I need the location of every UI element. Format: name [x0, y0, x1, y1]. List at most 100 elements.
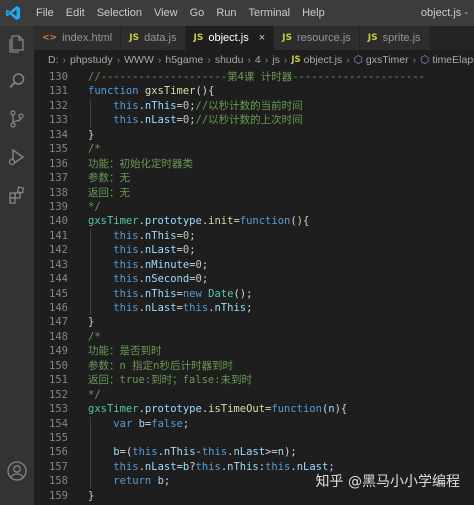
code-token: ; — [182, 417, 190, 430]
line-number: 138 — [49, 186, 68, 199]
code-token: =( — [119, 446, 133, 459]
code-text: 返回：true:到时；false:未到时 — [68, 373, 252, 387]
tab-sprite-js[interactable]: JS sprite.js — [359, 26, 430, 50]
run-debug-icon[interactable] — [0, 140, 34, 174]
window-title: object.js - — [420, 7, 468, 19]
close-icon[interactable]: × — [259, 32, 265, 44]
code-token: this — [132, 446, 158, 459]
tab-object-js[interactable]: JS object.js × — [185, 26, 275, 50]
files-icon[interactable] — [0, 26, 34, 60]
line-number: 150 — [49, 359, 68, 372]
extensions-icon[interactable] — [0, 178, 34, 212]
code-token: this — [113, 244, 139, 257]
line-number: 141 — [49, 229, 68, 242]
code-token: init — [208, 215, 234, 228]
editor-tabs: <> index.html JS data.js JS object.js × JS resou… — [34, 26, 474, 50]
code-token: function — [88, 85, 145, 98]
breadcrumb-function[interactable]: timeElaps — [432, 54, 474, 66]
code-text: b=(this.nThis-this.nLast>=n); — [68, 445, 297, 460]
line-number: 134 — [49, 128, 68, 141]
code-text: //--------------------第4课 计时器-----------… — [68, 70, 425, 84]
menu-view[interactable]: View — [148, 0, 184, 26]
code-line: 149 功能：是否到时 — [34, 344, 474, 358]
breadcrumb-function[interactable]: gxsTimer — [366, 54, 409, 66]
search-icon[interactable] — [0, 64, 34, 98]
line-number: 145 — [49, 287, 68, 300]
line-number: 155 — [49, 431, 68, 444]
line-number: 135 — [49, 143, 68, 156]
line-number: 159 — [49, 489, 68, 502]
menu-run[interactable]: Run — [210, 0, 242, 26]
code-text: this.nThis=0; — [68, 228, 196, 244]
tab-resource-js[interactable]: JS resource.js — [274, 26, 360, 50]
breadcrumb-item[interactable]: js — [272, 54, 280, 66]
code-token: function — [239, 215, 291, 228]
code-text: /* — [68, 142, 101, 156]
breadcrumb-item[interactable]: 4 — [255, 54, 261, 66]
code-line: 136 功能：初始化定时器类 — [34, 157, 474, 171]
code-token: ; — [246, 302, 253, 314]
code-text: 返回：无 — [68, 186, 130, 200]
menu-terminal[interactable]: Terminal — [243, 0, 297, 26]
code-line: 142 this.nLast=0; — [34, 243, 474, 258]
code-text: this.nLast=0; — [68, 243, 196, 258]
menu-go[interactable]: Go — [184, 0, 211, 26]
tab-index-html[interactable]: <> index.html — [34, 26, 122, 50]
breadcrumb-item[interactable]: D: — [48, 54, 59, 66]
breadcrumb: D: › phpstudy › WWW › h5game › shudu › 4 › js › JS obje… — [34, 50, 474, 69]
code-token: this — [113, 273, 139, 286]
code-line: 141 this.nThis=0; — [34, 228, 474, 244]
line-number: 151 — [49, 374, 68, 387]
code-text: return b; — [68, 474, 170, 489]
code-token: /* — [88, 143, 101, 156]
code-token: 返回：true:到时；false:未到时 — [88, 374, 253, 387]
breadcrumb-item[interactable]: h5game — [165, 54, 203, 66]
breadcrumb-item[interactable]: phpstudy — [70, 54, 113, 66]
code-token: */ — [88, 200, 101, 213]
code-line: 133 this.nLast=0;//以秒计数的上次时间 — [34, 113, 474, 128]
code-token: ; — [189, 229, 196, 242]
js-file-icon: JS — [291, 54, 301, 65]
code-text: */ — [68, 388, 101, 402]
tab-data-js[interactable]: JS data.js — [121, 26, 186, 50]
html-file-icon: <> — [42, 33, 58, 43]
code-text: 参数：n 指定n秒后计时器到时 — [68, 359, 233, 373]
code-token: 参数：无 — [88, 172, 130, 185]
menu-edit[interactable]: Edit — [60, 0, 91, 26]
code-token: ; — [201, 258, 209, 271]
source-control-icon[interactable] — [0, 102, 34, 136]
code-text: this.nMinute=0; — [68, 257, 209, 273]
code-editor[interactable]: 130 //--------------------第4课 计时器--------… — [34, 70, 474, 505]
chevron-right-icon: › — [412, 53, 417, 66]
code-token: nThis — [214, 302, 247, 314]
account-icon[interactable] — [0, 454, 34, 488]
breadcrumb-file[interactable]: object.js — [304, 54, 343, 66]
line-number: 139 — [49, 200, 68, 213]
menu-file[interactable]: File — [30, 0, 60, 26]
code-line: 150 参数：n 指定n秒后计时器到时 — [34, 359, 474, 373]
code-text: this.nLast=0;//以秒计数的上次时间 — [68, 113, 303, 128]
code-token: nLast — [233, 446, 266, 459]
code-text: 功能：初始化定时器类 — [68, 157, 193, 171]
code-line: 143 this.nMinute=0; — [34, 257, 474, 273]
menu-help[interactable]: Help — [296, 0, 331, 26]
tab-label: sprite.js — [382, 32, 421, 44]
code-line: 156 b=(this.nThis-this.nLast>=n); — [34, 445, 474, 460]
code-token: nLast — [144, 302, 177, 314]
line-number: 148 — [49, 330, 68, 343]
title-bar: File Edit Selection View Go Run Terminal Help o… — [0, 0, 474, 26]
code-token: var — [113, 417, 139, 430]
breadcrumb-item[interactable]: WWW — [124, 54, 154, 66]
line-number: 130 — [49, 71, 68, 83]
code-text: this.nThis=new Date(); — [68, 286, 252, 301]
code-line: 140 gxsTimer.prototype.init=function(){ — [34, 214, 474, 228]
code-token: this — [195, 460, 221, 473]
line-number: 153 — [49, 403, 68, 416]
chevron-right-icon: › — [264, 53, 269, 66]
breadcrumb-item[interactable]: shudu — [215, 54, 244, 66]
code-token: gxsTimer — [88, 215, 139, 228]
function-icon: ⬡ — [353, 53, 363, 66]
chevron-right-icon: › — [283, 53, 288, 66]
menu-selection[interactable]: Selection — [91, 0, 148, 26]
code-text: var b=false; — [68, 416, 190, 431]
